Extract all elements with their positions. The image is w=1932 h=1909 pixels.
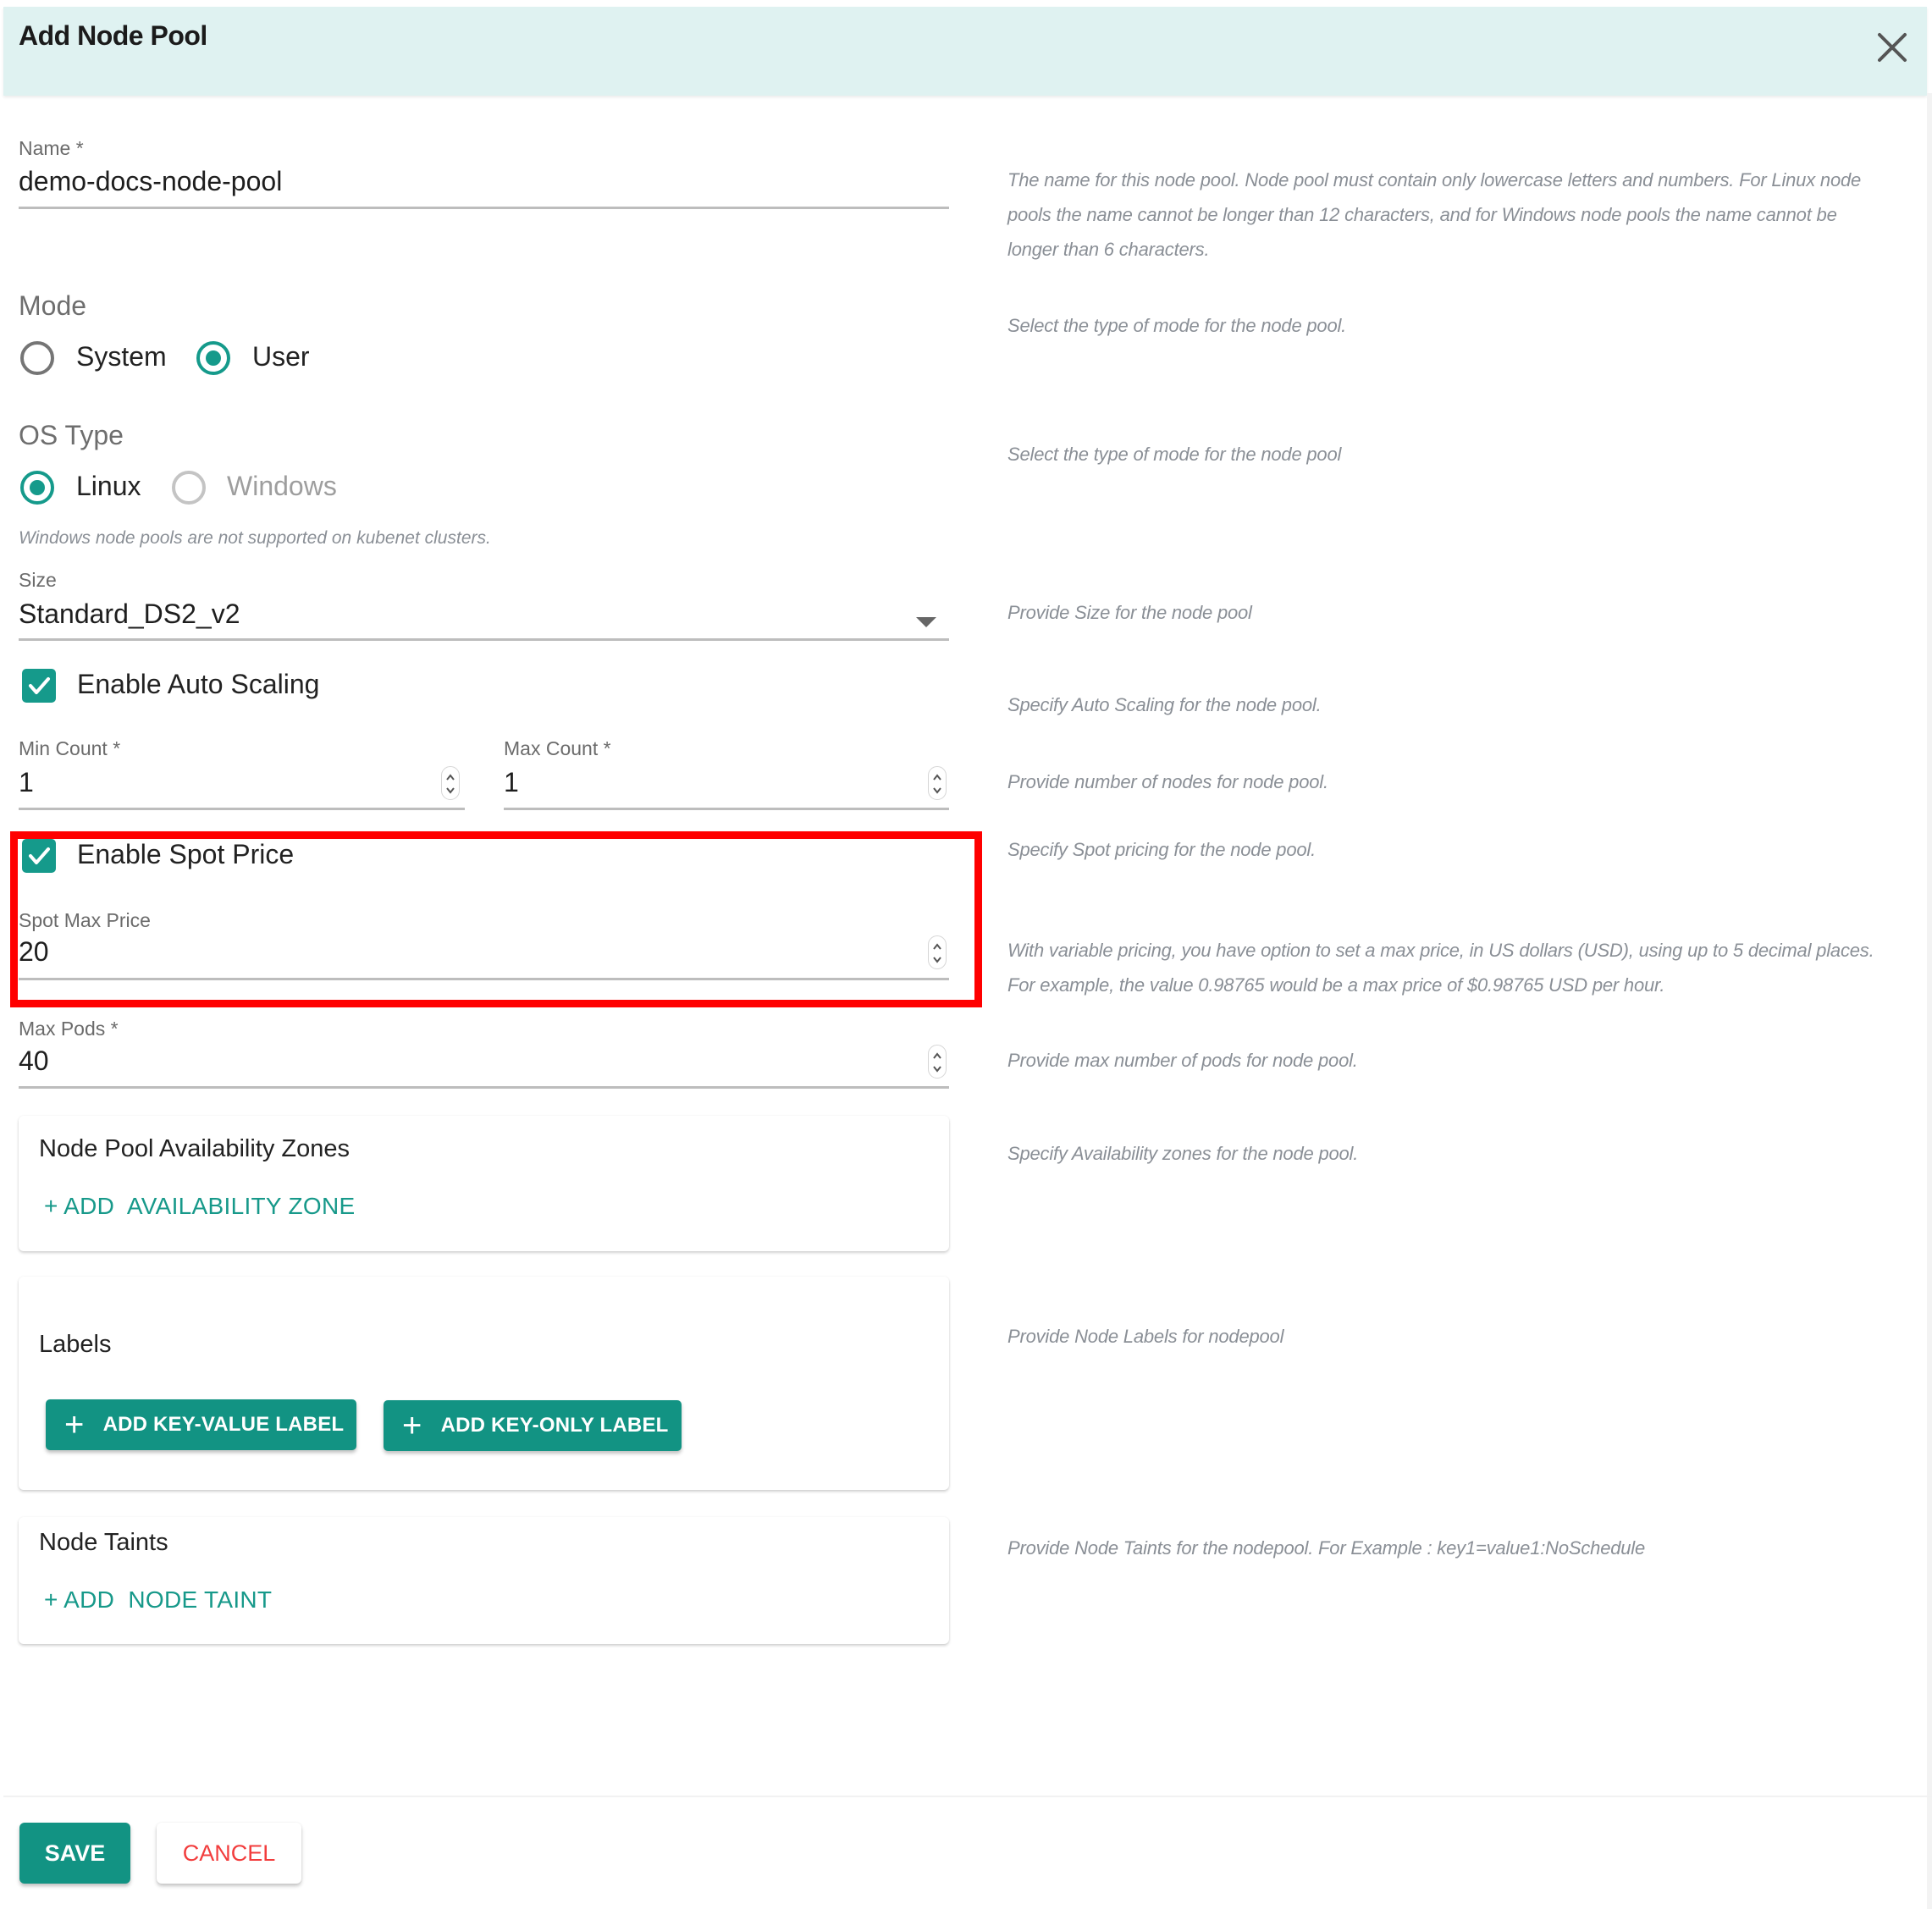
os-linux-label[interactable]: Linux <box>76 471 141 502</box>
add-key-value-label-text: ADD KEY-VALUE LABEL <box>102 1413 345 1436</box>
name-description-line: The name for this node pool. Node pool m… <box>1007 169 1862 190</box>
auto-scaling-checkbox[interactable] <box>22 669 56 703</box>
max-pods-input[interactable]: 40 <box>19 1046 49 1077</box>
max-count-input[interactable]: 1 <box>504 767 519 798</box>
node-taints-description: Provide Node Taints for the nodepool. Fo… <box>1007 1537 1646 1559</box>
add-node-taint-button[interactable]: + ADD NODE TAINT <box>44 1586 272 1614</box>
spot-price-label[interactable]: Enable Spot Price <box>77 839 294 870</box>
spot-max-price-description-line: With variable pricing, you have option t… <box>1007 940 1874 961</box>
mode-system-label[interactable]: System <box>76 341 167 372</box>
max-count-stepper[interactable] <box>928 766 947 800</box>
labels-card <box>19 1277 949 1490</box>
footer-divider <box>3 1796 1932 1797</box>
dialog-header <box>3 7 1927 96</box>
stepper-arrows-icon <box>446 774 455 794</box>
os-type-helper: Windows node pools are not supported on … <box>19 528 491 548</box>
spot-max-price-stepper[interactable] <box>928 935 947 969</box>
add-key-only-label-text: ADD KEY-ONLY LABEL <box>440 1414 669 1437</box>
min-count-label: Min Count * <box>19 737 121 759</box>
size-description: Provide Size for the node pool <box>1007 602 1252 623</box>
spot-price-description: Specify Spot pricing for the node pool. <box>1007 839 1316 860</box>
min-count-underline <box>19 808 465 810</box>
count-description: Provide number of nodes for node pool. <box>1007 771 1328 792</box>
spot-max-price-label: Spot Max Price <box>19 909 151 931</box>
labels-description: Provide Node Labels for nodepool <box>1007 1326 1284 1347</box>
name-label: Name * <box>19 137 84 159</box>
max-count-underline <box>504 808 949 810</box>
spot-max-price-description: With variable pricing, you have option t… <box>1007 933 1922 1002</box>
name-description: The name for this node pool. Node pool m… <box>1007 163 1913 267</box>
spot-max-price-description-line: For example, the value 0.98765 would be … <box>1007 974 1665 996</box>
min-count-input[interactable]: 1 <box>19 767 34 798</box>
check-icon <box>29 677 50 694</box>
max-pods-underline <box>19 1086 949 1089</box>
size-label: Size <box>19 569 57 591</box>
plus-icon: + <box>64 1406 85 1443</box>
close-button[interactable] <box>1874 30 1910 65</box>
min-count-stepper[interactable] <box>441 766 460 800</box>
stepper-arrows-icon <box>933 774 941 794</box>
max-pods-description: Provide max number of pods for node pool… <box>1007 1050 1358 1071</box>
cancel-button[interactable]: CANCEL <box>157 1823 301 1884</box>
name-input[interactable]: demo-docs-node-pool <box>19 166 282 197</box>
name-underline <box>19 207 949 209</box>
add-key-value-label-button[interactable]: + ADD KEY-VALUE LABEL <box>46 1399 356 1450</box>
mode-user-radio[interactable] <box>196 341 230 375</box>
mode-description: Select the type of mode for the node poo… <box>1007 315 1347 336</box>
node-taints-title: Node Taints <box>39 1529 168 1556</box>
name-description-line: longer than 6 characters. <box>1007 239 1210 260</box>
os-windows-label[interactable]: Windows <box>227 471 337 502</box>
spot-price-checkbox[interactable] <box>22 839 56 873</box>
size-select[interactable]: Standard_DS2_v2 <box>19 599 240 630</box>
close-icon <box>1878 33 1907 62</box>
stepper-arrows-icon <box>933 943 941 963</box>
dialog-title: Add Node Pool <box>19 20 207 51</box>
os-linux-radio[interactable] <box>20 471 54 505</box>
availability-zones-description: Specify Availability zones for the node … <box>1007 1143 1359 1164</box>
os-type-label: OS Type <box>19 420 124 450</box>
max-count-label: Max Count * <box>504 737 611 759</box>
mode-system-radio[interactable] <box>20 341 54 375</box>
stepper-arrows-icon <box>933 1052 941 1073</box>
availability-zones-title: Node Pool Availability Zones <box>39 1135 351 1162</box>
plus-icon: + <box>402 1407 422 1444</box>
mode-user-label[interactable]: User <box>252 341 310 372</box>
auto-scaling-description: Specify Auto Scaling for the node pool. <box>1007 694 1322 715</box>
max-pods-label: Max Pods * <box>19 1018 119 1040</box>
os-windows-radio[interactable] <box>172 471 206 505</box>
add-availability-zone-button[interactable]: + ADD AVAILABILITY ZONE <box>44 1193 355 1220</box>
chevron-down-icon[interactable] <box>916 617 936 633</box>
mode-label: Mode <box>19 290 87 321</box>
os-type-description: Select the type of mode for the node poo… <box>1007 444 1342 465</box>
labels-title: Labels <box>39 1331 112 1358</box>
size-underline <box>19 638 949 641</box>
scrollbar-track[interactable] <box>1927 93 1932 1909</box>
max-pods-stepper[interactable] <box>928 1045 947 1079</box>
name-description-line: pools the name cannot be longer than 12 … <box>1007 204 1837 225</box>
add-key-only-label-button[interactable]: + ADD KEY-ONLY LABEL <box>384 1400 682 1451</box>
check-icon <box>29 847 50 864</box>
spot-max-price-input[interactable]: 20 <box>19 936 49 968</box>
save-button[interactable]: SAVE <box>19 1823 130 1884</box>
auto-scaling-label[interactable]: Enable Auto Scaling <box>77 669 319 700</box>
spot-max-price-underline <box>19 978 949 980</box>
